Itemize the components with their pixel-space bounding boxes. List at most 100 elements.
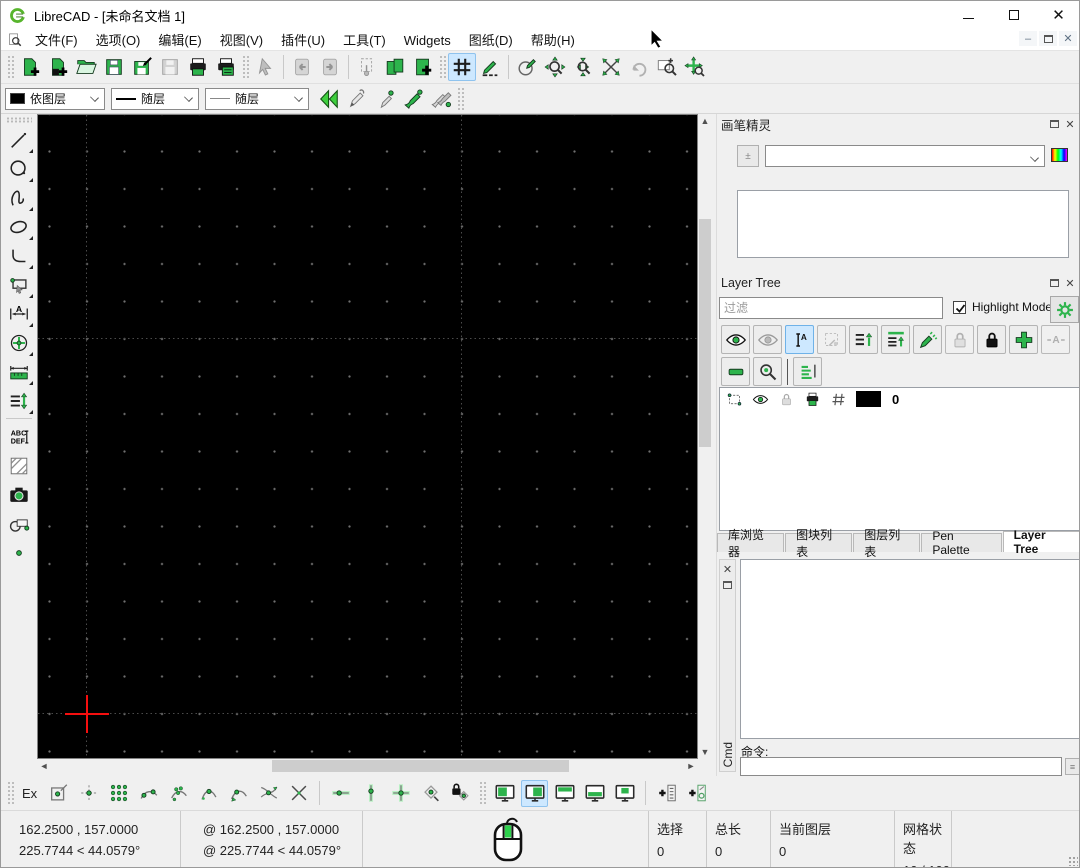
dimension-tools-button[interactable]: A [4,299,34,328]
menu-view[interactable]: 视图(V) [211,28,272,51]
dock-left-button[interactable] [491,780,518,807]
new-from-template-button[interactable] [44,53,72,81]
drawing-canvas[interactable] [37,114,698,759]
layer-row[interactable]: 0 [720,388,1079,410]
vertical-scrollbar-thumb[interactable] [699,219,711,447]
snap-grid-button[interactable] [75,780,102,807]
set-relative-zero-button[interactable] [417,780,444,807]
select-tools-button[interactable] [4,270,34,299]
tab-layer-list[interactable]: 图层列表 [853,533,920,552]
add-layer-button[interactable] [1009,325,1038,354]
snap-middle-button[interactable] [195,780,222,807]
close-panel-button[interactable]: ✕ [1062,117,1078,131]
snap-endpoints-button[interactable] [105,780,132,807]
curve-tools-button[interactable] [4,183,34,212]
save-button[interactable] [100,53,128,81]
grid-toggle-button[interactable] [448,53,476,81]
menu-help[interactable]: 帮助(H) [522,28,584,51]
zoom-to-layer-button[interactable] [753,357,782,386]
modify-tools-button[interactable] [4,328,34,357]
menu-drawings[interactable]: 图纸(D) [460,28,522,51]
pick-pen-from-entity-button[interactable] [343,85,371,113]
tab-library-browser[interactable]: 库浏览器 [717,533,784,552]
snap-free-button[interactable] [45,780,72,807]
lock-all-layers-button[interactable] [977,325,1006,354]
vertical-scrollbar[interactable]: ▲ ▼ [698,114,712,759]
maximize-button[interactable] [991,1,1036,29]
line-tools-button[interactable] [4,125,34,154]
command-options-button[interactable]: ≡ [1065,758,1080,775]
scroll-left-arrow[interactable]: ◄ [37,759,51,773]
menu-edit[interactable]: 编辑(E) [149,28,210,51]
mdi-restore-button[interactable] [1039,31,1057,46]
close-panel-button[interactable]: ✕ [720,562,735,577]
menu-options[interactable]: 选项(O) [87,28,150,51]
title-bar[interactable]: LibreCAD - [未命名文档 1] ✕ [1,1,1080,29]
dock-right-button[interactable] [521,780,548,807]
pen-wizard-combobox[interactable] [765,145,1045,167]
highlight-mode-checkbox[interactable] [953,301,966,314]
tab-layer-tree[interactable]: Layer Tree [1003,531,1080,552]
dock-top-button[interactable] [551,780,578,807]
close-panel-button[interactable]: ✕ [1062,276,1078,290]
redraw-button[interactable] [513,53,541,81]
remove-layer-button[interactable] [721,357,750,386]
snap-distance-button[interactable] [225,780,252,807]
block-tools-button[interactable] [4,509,34,538]
draft-mode-button[interactable] [476,53,504,81]
hide-all-layers-button[interactable] [753,325,782,354]
snap-intersection-button[interactable] [255,780,282,807]
float-panel-button[interactable] [1046,117,1062,131]
scroll-up-arrow[interactable]: ▲ [698,114,712,128]
selection-frame-icon[interactable] [726,391,743,408]
pen-wizard-color-button[interactable] [1051,148,1068,162]
add-custom-widget-button[interactable] [683,780,710,807]
image-tool-button[interactable] [4,480,34,509]
point-tool-button[interactable] [4,538,34,567]
apply-pen-attributes-button[interactable] [427,85,455,113]
document-system-icon[interactable] [7,32,22,47]
layer-visible-icon[interactable] [752,391,769,408]
layer-color-swatch[interactable] [856,391,881,407]
command-input[interactable] [740,757,1062,776]
tab-pen-palette[interactable]: Pen Palette [921,533,1001,552]
circle-tools-button[interactable] [4,154,34,183]
float-panel-button[interactable] [1046,276,1062,290]
print-button[interactable] [184,53,212,81]
layer-filter-input[interactable] [719,297,943,319]
snap-center-button[interactable] [165,780,192,807]
new-document-button[interactable] [16,53,44,81]
restrict-horizontal-button[interactable] [327,780,354,807]
snap-on-entity-button[interactable] [135,780,162,807]
lock-relative-zero-button[interactable] [447,780,474,807]
restrict-vertical-button[interactable] [357,780,384,807]
copy-pen-button[interactable] [399,85,427,113]
open-button[interactable] [72,53,100,81]
zoom-in-button[interactable] [541,53,569,81]
snap-auto-button[interactable] [285,780,312,807]
hatch-tool-button[interactable] [4,451,34,480]
zoom-out-button[interactable] [569,53,597,81]
layer-list[interactable]: 0 [719,387,1080,531]
mdi-close-button[interactable]: ✕ [1059,31,1077,46]
mdi-minimize-button[interactable]: – [1019,31,1037,46]
apply-pen-button[interactable] [371,85,399,113]
zoom-window-button[interactable] [653,53,681,81]
resize-grip[interactable] [1067,855,1078,866]
color-combobox[interactable]: 依图层 [5,88,105,110]
pen-wizard-spin-button[interactable]: ± [737,145,759,167]
horizontal-scrollbar-thumb[interactable] [272,760,569,772]
print-preview-button[interactable] [212,53,240,81]
paste-button[interactable] [409,53,437,81]
pen-wizard-list[interactable] [737,190,1069,258]
scroll-right-arrow[interactable]: ► [684,759,698,773]
menu-tools[interactable]: 工具(T) [334,28,395,51]
rename-layer-button[interactable]: A [785,325,814,354]
text-tool-button[interactable]: ABCDEF [4,422,34,451]
polyline-tools-button[interactable] [4,241,34,270]
ellipse-tools-button[interactable] [4,212,34,241]
restrict-orthogonal-button[interactable] [387,780,414,807]
measure-tools-button[interactable] [4,357,34,386]
scroll-down-arrow[interactable]: ▼ [698,745,712,759]
layer-tree-settings-button[interactable] [1050,296,1079,323]
